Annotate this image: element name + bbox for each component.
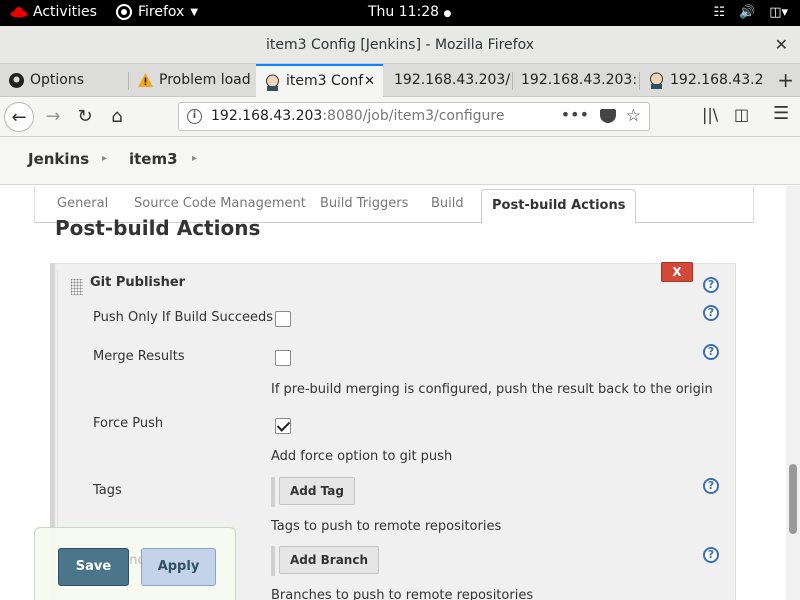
drag-handle-icon[interactable] — [71, 279, 83, 295]
clock-label: Thu 11:28 — [368, 4, 440, 20]
save-button[interactable]: Save — [58, 548, 129, 586]
tab-label: Options — [30, 72, 85, 88]
tags-label: Tags — [93, 483, 122, 498]
system-tray[interactable]: ☷ 🔊 ◫▾ — [713, 5, 788, 21]
sidebar-icon[interactable]: ◫ — [734, 105, 749, 124]
breadcrumb-jenkins[interactable]: Jenkins — [28, 150, 89, 168]
notification-dot-icon: ● — [443, 9, 452, 19]
url-host: 192.168.43.203 — [211, 108, 323, 124]
tab-item3-config[interactable]: item3 Conf ✕ — [256, 64, 383, 97]
tab-label: item3 Conf — [286, 73, 364, 89]
pocket-icon[interactable] — [600, 109, 616, 123]
system-top-bar: Activities Firefox ▼ Thu 11:28 ● ☷ 🔊 ◫▾ — [0, 0, 800, 26]
tab-label: 192.168.43.2 — [670, 72, 764, 88]
tab-ip-3[interactable]: 192.168.43.2 — [640, 64, 766, 97]
tab-ip-2[interactable]: 192.168.43.203: — [513, 64, 639, 97]
help-icon[interactable]: ? — [703, 305, 719, 321]
push-only-checkbox[interactable] — [275, 311, 291, 327]
tab-general[interactable]: General — [57, 196, 108, 211]
close-tab-icon[interactable]: ✕ — [364, 66, 375, 97]
merge-results-checkbox[interactable] — [275, 350, 291, 366]
bookmark-star-icon[interactable]: ☆ — [626, 103, 641, 130]
tab-strip: Options Problem load item3 Conf ✕ 192.16… — [0, 64, 800, 97]
hamburger-menu-icon[interactable]: ☰ — [773, 103, 789, 124]
help-icon[interactable]: ? — [703, 478, 719, 494]
git-publisher-title: Git Publisher — [90, 275, 186, 290]
window-title: item3 Config [Jenkins] - Mozilla Firefox — [265, 37, 535, 53]
jenkins-icon — [650, 72, 663, 89]
branches-repeatable: Add Branch — [271, 546, 380, 576]
tab-label: 192.168.43.203: — [521, 72, 638, 88]
tab-source-code-management[interactable]: Source Code Management — [134, 196, 306, 211]
library-icon[interactable]: ||\ — [702, 105, 718, 124]
force-push-checkbox[interactable] — [275, 418, 291, 434]
github-icon — [9, 73, 24, 88]
chevron-down-icon: ▼ — [190, 6, 199, 18]
activities-button[interactable]: Activities — [33, 4, 97, 20]
warning-icon — [138, 73, 153, 87]
window-title-bar: item3 Config [Jenkins] - Mozilla Firefox… — [0, 26, 800, 64]
tab-problem-loading[interactable]: Problem load — [129, 64, 255, 97]
redhat-logo-icon — [10, 7, 28, 18]
jenkins-icon — [266, 74, 279, 91]
tab-label: 192.168.43.203/ — [394, 72, 511, 88]
firefox-icon — [116, 4, 132, 20]
url-bar[interactable]: i 192.168.43.203:8080/job/item3/configur… — [178, 102, 650, 131]
back-button[interactable]: ← — [4, 102, 34, 132]
scrollbar-thumb[interactable] — [789, 464, 797, 534]
jenkins-breadcrumb: Jenkins ▸ item3 ▸ — [0, 137, 800, 185]
navigation-toolbar: ← → ↻ ⌂ i 192.168.43.203:8080/job/item3/… — [0, 97, 800, 137]
tags-description: Tags to push to remote repositories — [271, 519, 502, 534]
add-tag-button[interactable]: Add Tag — [279, 477, 355, 505]
site-info-icon[interactable]: i — [187, 109, 202, 124]
tab-options[interactable]: Options — [0, 64, 128, 97]
help-icon[interactable]: ? — [703, 344, 719, 360]
section-title: Post-build Actions — [55, 216, 261, 240]
add-branch-button[interactable]: Add Branch — [279, 546, 380, 574]
tab-ip-1[interactable]: 192.168.43.203/ — [384, 64, 512, 97]
clock[interactable]: Thu 11:28 ● — [368, 4, 451, 20]
tags-repeatable: Add Tag — [271, 477, 355, 507]
url-text[interactable]: 192.168.43.203:8080/job/item3/configure — [211, 103, 505, 130]
volume-icon[interactable]: 🔊 — [739, 5, 755, 21]
breadcrumb-arrow-icon[interactable]: ▸ — [192, 153, 197, 164]
delete-step-button[interactable]: X — [661, 262, 693, 282]
branches-description: Branches to push to remote repositories — [271, 588, 534, 600]
merge-results-description: If pre-build merging is configured, push… — [271, 382, 713, 397]
battery-icon[interactable]: ◫▾ — [769, 5, 788, 21]
home-button[interactable]: ⌂ — [102, 102, 132, 132]
force-push-description: Add force option to git push — [271, 449, 453, 464]
window-close-button[interactable]: ✕ — [775, 26, 788, 64]
tab-build[interactable]: Build — [431, 196, 464, 211]
apply-button[interactable]: Apply — [141, 548, 216, 586]
help-icon[interactable]: ? — [703, 547, 719, 563]
url-path: :8080/job/item3/configure — [322, 108, 505, 124]
page-scrollbar[interactable] — [786, 186, 800, 600]
push-only-label: Push Only If Build Succeeds — [93, 310, 274, 325]
force-push-label: Force Push — [93, 416, 164, 431]
reload-button[interactable]: ↻ — [70, 102, 100, 132]
forward-button[interactable]: → — [38, 102, 68, 132]
app-menu-label: Firefox — [138, 4, 185, 20]
help-icon[interactable]: ? — [703, 277, 719, 293]
tab-label: Problem load — [159, 72, 251, 88]
new-tab-button[interactable]: + — [777, 64, 794, 97]
page-actions-icon[interactable]: ••• — [561, 101, 589, 128]
breadcrumb-item3[interactable]: item3 — [129, 150, 178, 168]
tab-post-build-actions[interactable]: Post-build Actions — [481, 189, 637, 224]
tab-build-triggers[interactable]: Build Triggers — [320, 196, 408, 211]
firefox-app-menu[interactable]: Firefox ▼ — [116, 4, 198, 20]
network-icon[interactable]: ☷ — [713, 5, 725, 21]
breadcrumb-arrow-icon[interactable]: ▸ — [102, 153, 107, 164]
merge-results-label: Merge Results — [93, 349, 185, 364]
